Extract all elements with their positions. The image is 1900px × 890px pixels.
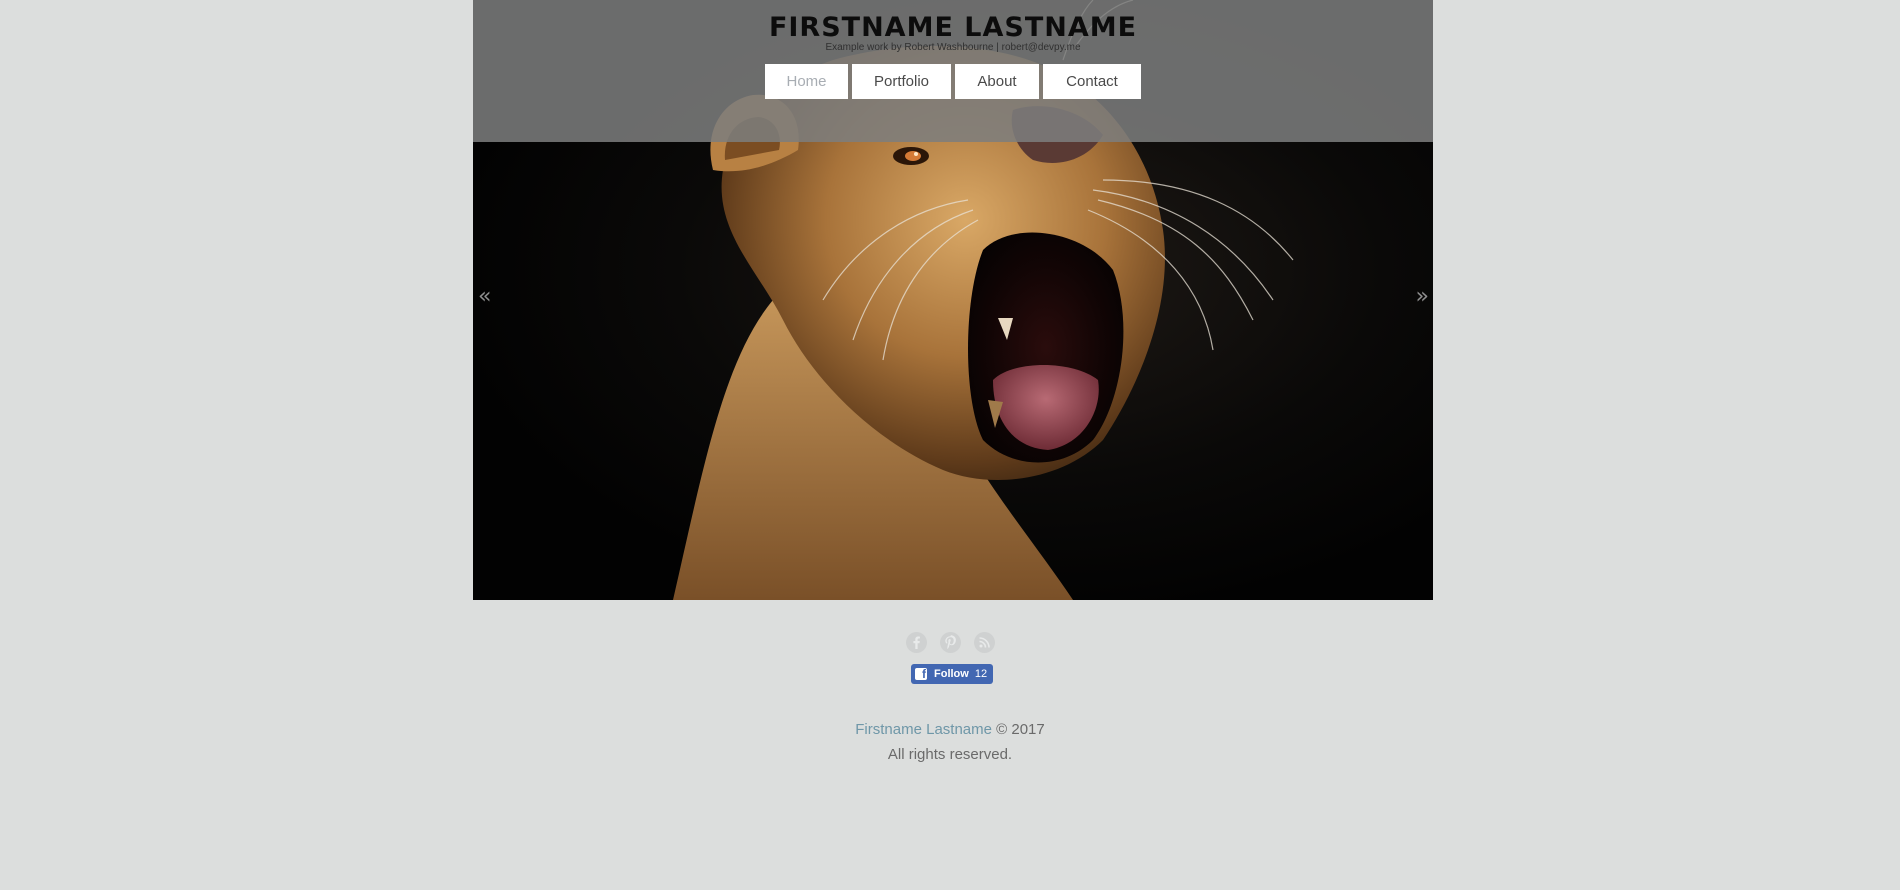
nav-about[interactable]: About <box>955 64 1039 99</box>
footer: Firstname Lastname © 2017 All rights res… <box>0 717 1900 767</box>
site-subtitle: Example work by Robert Washbourne | robe… <box>825 42 1081 53</box>
page-container: FIRSTNAME LASTNAME Example work by Rober… <box>473 0 1433 600</box>
site-title: FIRSTNAME LASTNAME <box>768 12 1138 43</box>
footer-copyright: © 2017 <box>996 721 1045 738</box>
nav-contact[interactable]: Contact <box>1043 64 1141 99</box>
facebook-follow-button[interactable]: f Follow 12 <box>911 664 994 684</box>
footer-name-link[interactable]: Firstname Lastname <box>855 721 992 738</box>
footer-rights: All rights reserved. <box>887 746 1013 763</box>
main-nav: Home Portfolio About Contact <box>765 64 1141 99</box>
facebook-icon[interactable] <box>906 632 927 653</box>
facebook-icon: f <box>915 668 927 680</box>
social-links <box>906 632 995 653</box>
image-slider: FIRSTNAME LASTNAME Example work by Rober… <box>473 0 1433 600</box>
rss-icon[interactable] <box>974 632 995 653</box>
pinterest-icon[interactable] <box>940 632 961 653</box>
slider-next-arrow[interactable]: » <box>1416 284 1429 309</box>
nav-home[interactable]: Home <box>765 64 848 99</box>
nav-portfolio[interactable]: Portfolio <box>852 64 951 99</box>
follow-count: 12 <box>974 668 988 680</box>
footer-copyright-line: Firstname Lastname © 2017 <box>0 717 1900 742</box>
follow-label: Follow <box>934 668 969 680</box>
slider-prev-arrow[interactable]: « <box>478 284 491 309</box>
